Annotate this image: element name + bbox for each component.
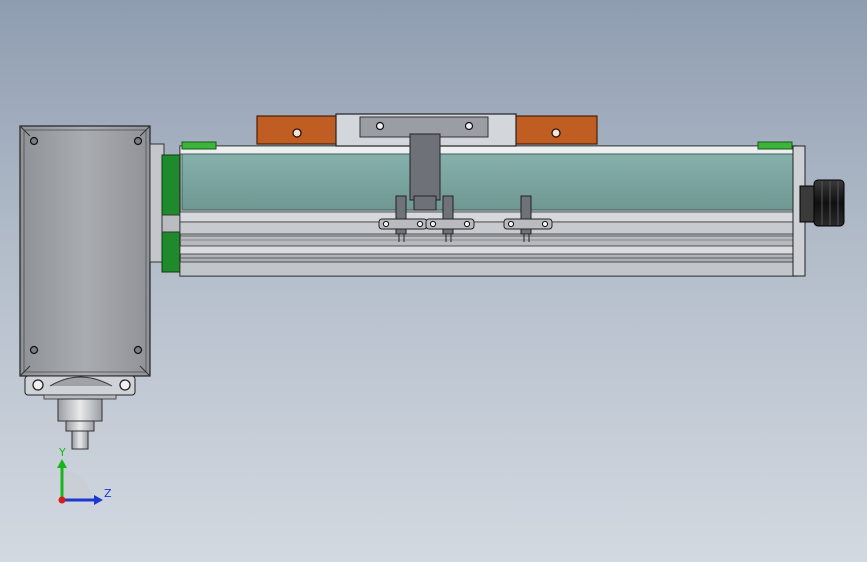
triad-origin-icon	[58, 496, 66, 504]
motor-flange[interactable]	[24, 375, 136, 400]
z-axis-label: Z	[104, 487, 112, 500]
orientation-triad[interactable]: Y Z	[57, 446, 112, 505]
motor-screw-icon	[133, 136, 143, 146]
motor-screw-icon	[29, 345, 39, 355]
motor-screw-icon	[133, 345, 143, 355]
coupling-block[interactable]	[149, 143, 183, 273]
motor-shaft[interactable]	[57, 398, 103, 450]
guide-cover[interactable]	[181, 153, 795, 211]
motor-housing[interactable]	[19, 125, 151, 377]
motor-screw-icon	[29, 136, 39, 146]
cad-viewport[interactable]: Y Z	[0, 0, 867, 562]
y-axis-label: Y	[58, 446, 66, 459]
triad-arc-icon	[62, 470, 92, 500]
cable-connector[interactable]	[799, 179, 845, 227]
